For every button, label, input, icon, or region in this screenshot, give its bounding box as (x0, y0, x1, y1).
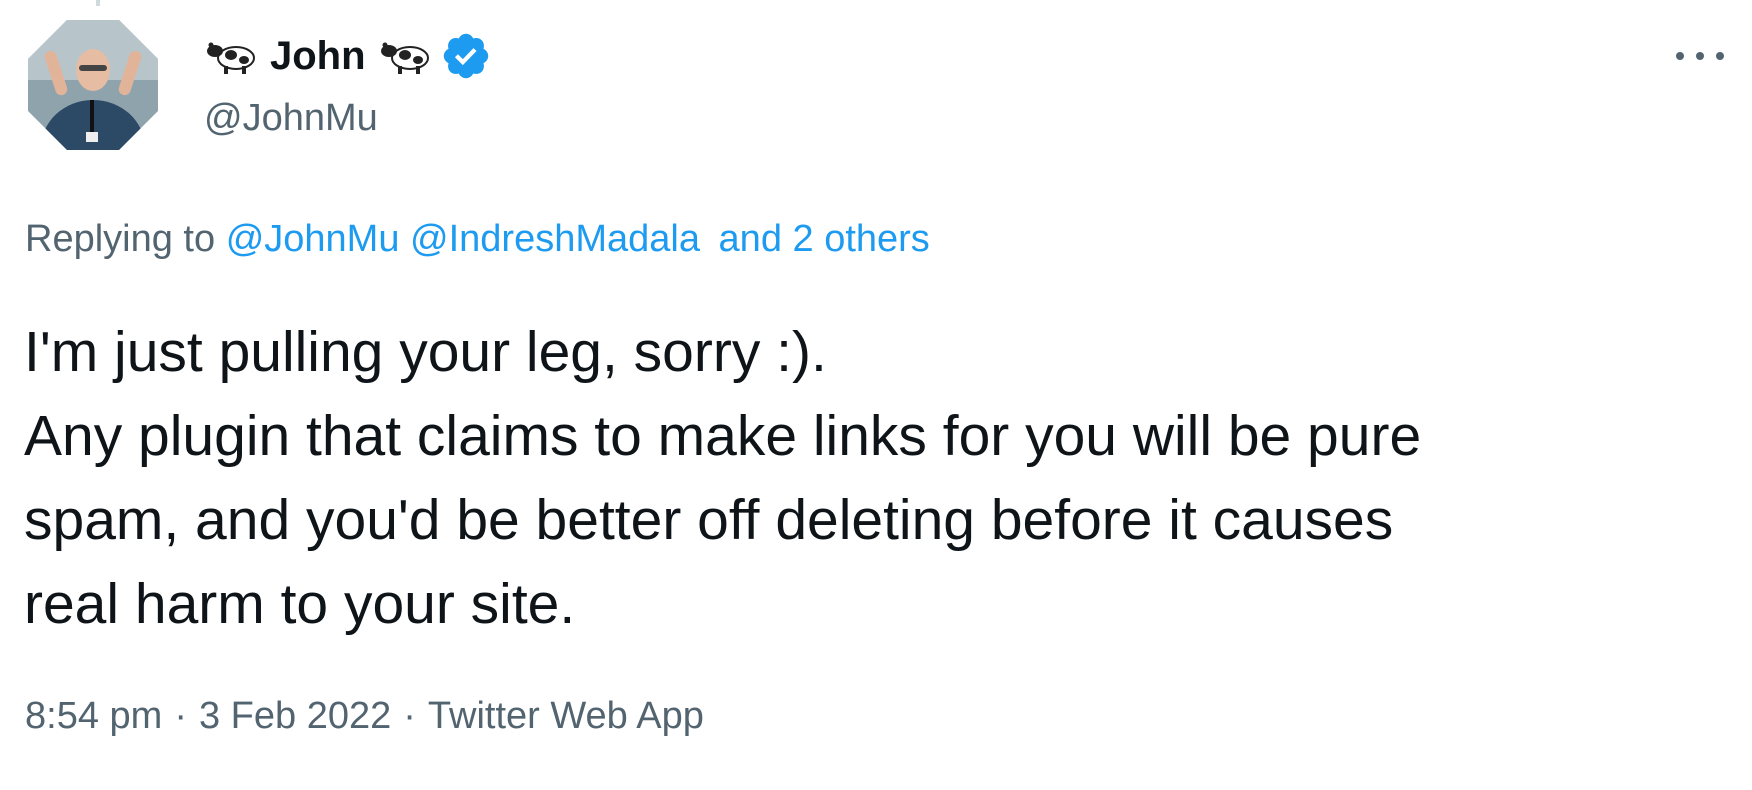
thread-connector-line (96, 0, 100, 6)
tweet-date[interactable]: 3 Feb 2022 (199, 695, 391, 737)
tweet-text-line: real harm to your site. (24, 572, 576, 636)
user-handle[interactable]: @JohnMu (204, 96, 492, 140)
tweet-text: I'm just pulling your leg, sorry :). Any… (24, 310, 1724, 646)
meta-separator: · (174, 695, 187, 737)
tweet-source[interactable]: Twitter Web App (428, 695, 704, 737)
display-name[interactable]: John (270, 30, 366, 82)
more-dot (1676, 52, 1684, 60)
more-dot (1696, 52, 1704, 60)
cow-icon (380, 42, 429, 74)
others-link[interactable]: and 2 others (719, 218, 930, 260)
more-options-icon[interactable] (1676, 44, 1724, 68)
mention-link[interactable]: @JohnMu (226, 218, 400, 260)
tweet-text-line: spam, and you'd be better off deleting b… (24, 488, 1394, 552)
tweet-text-line: Any plugin that claims to make links for… (24, 404, 1422, 468)
verified-badge-icon (443, 33, 488, 79)
avatar[interactable] (28, 20, 158, 150)
reply-prefix: Replying to (25, 218, 216, 260)
tweet-meta: 8:54 pm · 3 Feb 2022 · Twitter Web App (25, 692, 704, 740)
more-dot (1716, 52, 1724, 60)
cow-icon (207, 42, 255, 74)
tweet-time[interactable]: 8:54 pm (25, 695, 162, 737)
meta-separator: · (403, 695, 416, 737)
tweet-text-line: I'm just pulling your leg, sorry :). (24, 320, 827, 384)
reply-context: Replying to @JohnMu @IndreshMadala and 2… (25, 215, 930, 263)
mention-link[interactable]: @IndreshMadala (410, 218, 700, 260)
